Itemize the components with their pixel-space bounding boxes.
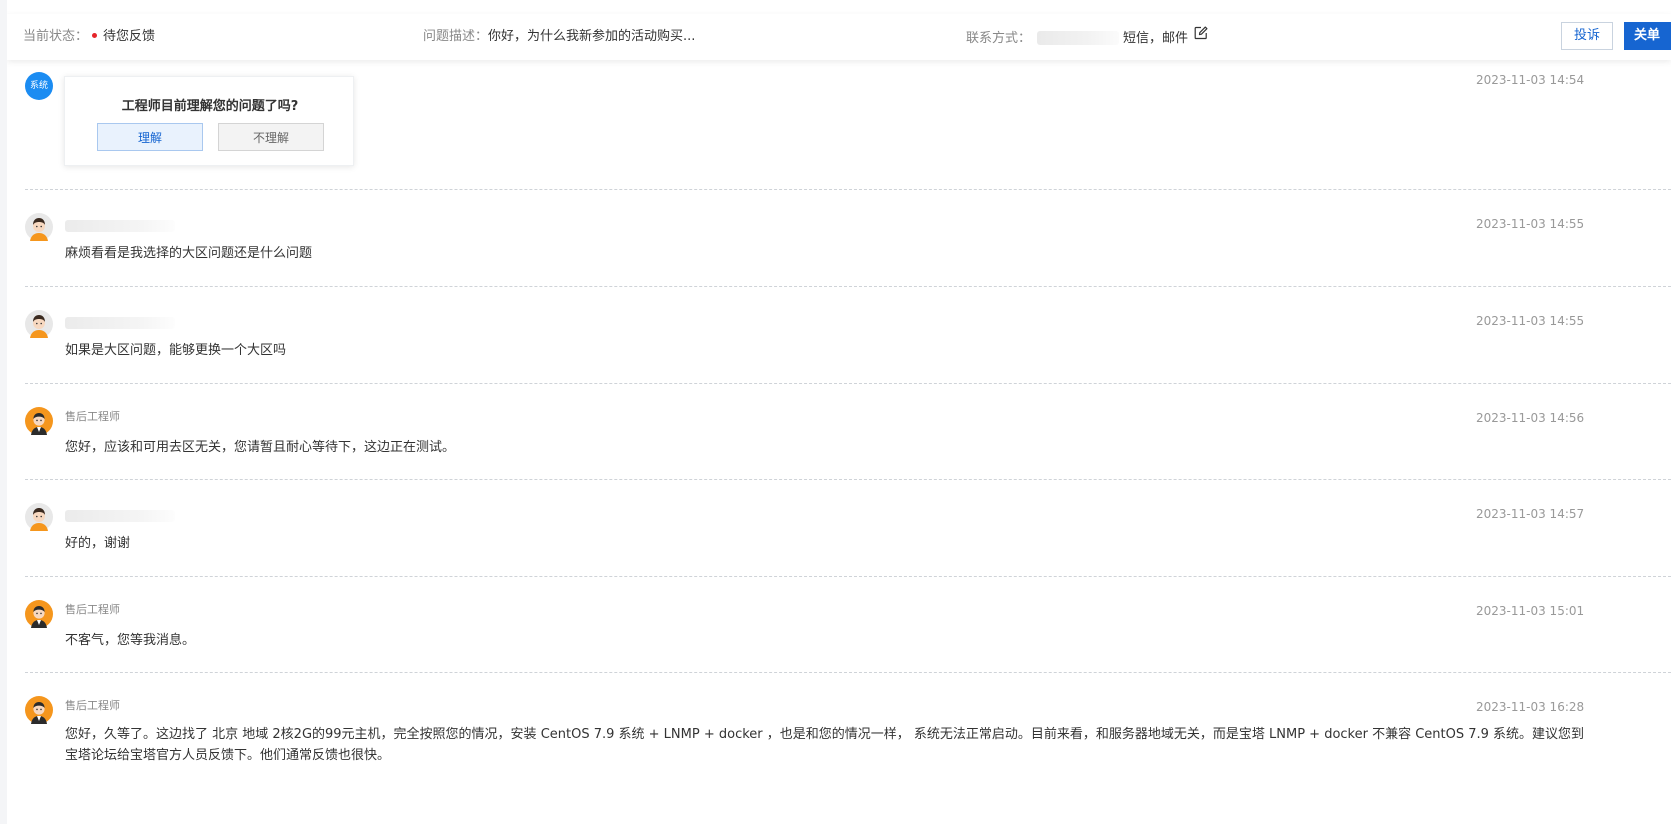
sender-name: 售后工程师 xyxy=(65,603,120,616)
status-field: 当前状态： 待您反馈 xyxy=(23,14,155,60)
message-text: 您好，久等了。这边找了 北京 地域 2核2G的99元主机，完全按照您的情况，安装… xyxy=(65,727,1585,763)
sender-name: 售后工程师 xyxy=(65,410,120,423)
message-time: 2023-11-03 15:01 xyxy=(1476,604,1585,618)
message-divider xyxy=(25,286,1671,287)
engineer-avatar xyxy=(25,407,53,435)
sender-name-redacted xyxy=(65,220,175,232)
contact-methods: 短信，邮件 xyxy=(1123,31,1189,46)
contact-field: 联系方式： 短信，邮件 xyxy=(966,14,1208,63)
edit-icon[interactable] xyxy=(1194,14,1208,60)
ticket-page: 当前状态： 待您反馈 问题描述：你好，为什么我新参加的活动购买... 联系方式： 短… xyxy=(7,0,1671,824)
status-dot-icon xyxy=(92,33,98,38)
message-divider xyxy=(25,672,1671,673)
message-text: 好的，谢谢 xyxy=(65,536,131,551)
contact-label: 联系方式： xyxy=(966,31,1032,46)
description-value: 你好，为什么我新参加的活动购买... xyxy=(488,29,696,44)
ticket-header: 当前状态： 待您反馈 问题描述：你好，为什么我新参加的活动购买... 联系方式： 短… xyxy=(7,14,1671,60)
understand-button[interactable]: 理解 xyxy=(97,123,203,151)
message-time: 2023-11-03 16:28 xyxy=(1476,700,1585,714)
message-divider xyxy=(25,576,1671,577)
message-time: 2023-11-03 14:56 xyxy=(1476,411,1585,425)
message-divider xyxy=(25,479,1671,480)
sender-name-redacted xyxy=(65,510,175,522)
sender-name: 售后工程师 xyxy=(65,699,120,712)
user-avatar xyxy=(25,213,53,241)
contact-redacted xyxy=(1037,30,1120,45)
complain-button[interactable]: 投诉 xyxy=(1561,22,1613,50)
not-understand-button[interactable]: 不理解 xyxy=(218,123,324,151)
message-divider xyxy=(25,189,1671,190)
understanding-question: 工程师目前理解您的问题了吗? xyxy=(121,99,299,114)
close-ticket-button[interactable]: 关单 xyxy=(1624,22,1671,50)
system-avatar: 系统 xyxy=(25,72,53,100)
engineer-avatar xyxy=(25,600,53,628)
message-time: 2023-11-03 14:55 xyxy=(1476,314,1585,328)
description-field: 问题描述：你好，为什么我新参加的活动购买... xyxy=(423,14,695,60)
user-avatar xyxy=(25,310,53,338)
message-text: 不客气，您等我消息。 xyxy=(65,633,196,648)
message-text: 您好，应该和可用去区无关，您请暂且耐心等待下，这边正在测试。 xyxy=(65,440,456,455)
engineer-avatar xyxy=(25,696,53,724)
description-label: 问题描述： xyxy=(423,29,489,44)
message-time: 2023-11-03 14:57 xyxy=(1476,507,1585,521)
message-time: 2023-11-03 14:55 xyxy=(1476,217,1585,231)
message-time: 2023-11-03 14:54 xyxy=(1476,73,1585,87)
status-label: 当前状态： xyxy=(23,29,89,44)
message-divider xyxy=(25,383,1671,384)
sender-name-redacted xyxy=(65,317,175,329)
understanding-prompt-card: 工程师目前理解您的问题了吗? 理解 不理解 xyxy=(64,76,354,166)
message-text: 麻烦看看是我选择的大区问题还是什么问题 xyxy=(65,246,313,261)
status-value: 待您反馈 xyxy=(103,29,156,44)
user-avatar xyxy=(25,503,53,531)
message-text: 如果是大区问题，能够更换一个大区吗 xyxy=(65,343,287,358)
